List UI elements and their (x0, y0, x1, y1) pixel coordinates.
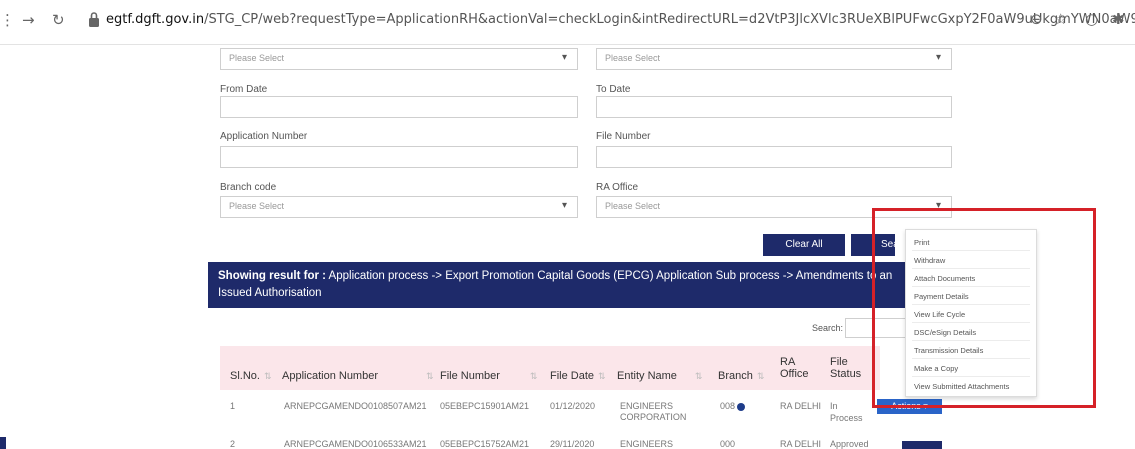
from-date-input[interactable] (220, 96, 578, 118)
lock-icon (89, 12, 99, 27)
header-branch[interactable]: Branch ⇅ (718, 370, 764, 382)
chevron-down-icon: ▾ (561, 52, 567, 63)
file-number-input[interactable] (596, 146, 952, 168)
application-number-label: Application Number (220, 131, 308, 142)
from-date-label: From Date (220, 84, 268, 95)
table-search-label: Search: (812, 323, 844, 333)
left-edge-marker (0, 437, 6, 449)
extension-circle-icon[interactable]: ○ (1085, 10, 1098, 28)
branch-code-select[interactable]: Please Select ▾ (220, 196, 578, 218)
branch-code-label: Branch code (220, 182, 277, 193)
address-bar[interactable]: egtf.dgft.gov.in/STG_CP/web?requestType=… (106, 12, 1135, 27)
puzzle-icon[interactable]: ✱ (1112, 10, 1125, 28)
header-entity-name[interactable]: Entity Name ⇅ (617, 370, 702, 382)
zoom-icon[interactable]: ⊖ (1030, 10, 1043, 28)
to-date-input[interactable] (596, 96, 952, 118)
browser-toolbar: ⋮ → ↻ egtf.dgft.gov.in/STG_CP/web?reques… (0, 0, 1135, 45)
file-number-label: File Number (596, 131, 651, 142)
actions-button[interactable] (902, 441, 942, 449)
header-application-number[interactable]: Application Number ⇅ (282, 370, 434, 382)
header-sl-no[interactable]: Sl.No. ⇅ (230, 370, 272, 382)
table-row: 2 ARNEPCGAMENDO0106533AM21 05EBEPC15752A… (230, 439, 869, 449)
highlight-annotation-box (872, 208, 1096, 408)
to-date-label: To Date (596, 84, 631, 95)
table-row: 1 ARNEPCGAMENDO0108507AM21 05EBEPC15901A… (230, 401, 863, 423)
reload-icon[interactable]: ↻ (52, 9, 65, 31)
header-file-number[interactable]: File Number ⇅ (440, 370, 537, 382)
clear-all-button[interactable]: Clear All (763, 234, 845, 256)
header-file-status[interactable]: File Status (830, 356, 861, 380)
header-file-date[interactable]: File Date ⇅ (550, 370, 606, 382)
result-banner: Showing result for : Application process… (208, 262, 913, 308)
top-right-select[interactable]: Please Select ▾ (596, 48, 952, 70)
table-header: Sl.No. ⇅ Application Number ⇅ File Number ⇅… (220, 346, 880, 390)
ra-office-label: RA Office (596, 182, 639, 193)
header-ra-office[interactable]: RA Office (780, 356, 809, 380)
info-icon[interactable] (737, 402, 746, 411)
tab-fragment-icon: ⋮ (0, 11, 15, 29)
top-left-select[interactable]: Please Select ▾ (220, 48, 578, 70)
star-icon[interactable]: ☆ (1054, 10, 1067, 28)
chevron-down-icon: ▾ (935, 52, 941, 63)
application-number-input[interactable] (220, 146, 578, 168)
forward-icon[interactable]: → (22, 9, 35, 31)
chevron-down-icon: ▾ (561, 200, 567, 211)
